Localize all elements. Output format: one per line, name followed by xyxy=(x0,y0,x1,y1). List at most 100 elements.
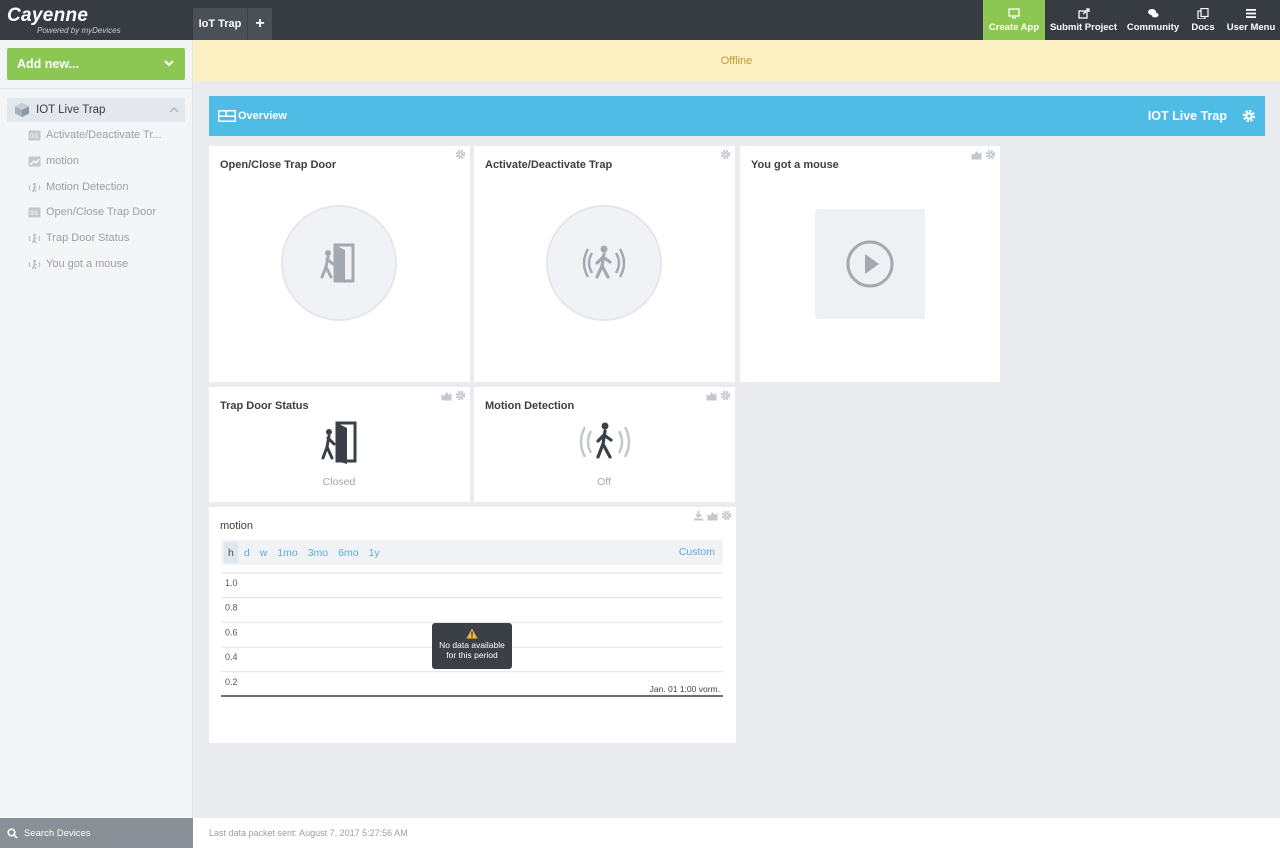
door-status-value: Closed xyxy=(322,476,356,488)
widget-tools xyxy=(720,149,731,160)
widget-title: Activate/Deactivate Trap xyxy=(485,159,613,171)
range-d[interactable]: d xyxy=(240,542,254,563)
footer: Last data packet sent: August 7, 2017 5:… xyxy=(193,818,1280,848)
community-button[interactable]: Community xyxy=(1122,0,1184,40)
range-h[interactable]: h xyxy=(224,542,238,563)
chevron-down-icon xyxy=(164,60,174,67)
widget-tools xyxy=(693,510,732,521)
chevron-up-icon[interactable] xyxy=(169,106,179,114)
search-devices-label: Search Devices xyxy=(24,827,91,839)
docs-label: Docs xyxy=(1191,21,1215,33)
widget-title: You got a mouse xyxy=(751,159,839,171)
gear-icon[interactable] xyxy=(455,149,466,160)
sidebar: Add new... IOT Live Trap 0/1 Activate/De… xyxy=(0,40,193,818)
y-tick-label: 1.0 xyxy=(225,578,238,588)
submit-project-label: Submit Project xyxy=(1049,21,1118,33)
gear-icon[interactable] xyxy=(721,510,732,521)
overview-label[interactable]: Overview xyxy=(238,110,287,122)
sidebar-device-iot-live-trap[interactable]: IOT Live Trap xyxy=(7,98,185,122)
docs-button[interactable]: Docs xyxy=(1184,0,1222,40)
last-packet-text: Last data packet sent: August 7, 2017 5:… xyxy=(209,828,408,838)
sidebar-item-label: Trap Door Status xyxy=(46,232,130,244)
range-6mo[interactable]: 6mo xyxy=(334,542,362,563)
chart-icon[interactable] xyxy=(441,390,452,401)
range-3mo[interactable]: 3mo xyxy=(304,542,332,563)
create-app-icon xyxy=(1008,7,1020,18)
widget-tools xyxy=(971,149,996,160)
submit-project-button[interactable]: Submit Project xyxy=(1045,0,1122,40)
add-tab-button[interactable]: + xyxy=(247,8,272,40)
search-devices-button[interactable]: Search Devices xyxy=(0,818,193,848)
y-tick-label: 0.6 xyxy=(225,627,238,637)
door-icon xyxy=(321,421,357,464)
widget-tools xyxy=(455,149,466,160)
door-icon xyxy=(320,243,355,283)
user-menu-label: User Menu xyxy=(1226,21,1276,33)
widget-title: Trap Door Status xyxy=(220,400,309,412)
sidebar-item-label: You got a mouse xyxy=(46,258,129,270)
sidebar-item-open-close-trap-door[interactable]: 0/1 Open/Close Trap Door xyxy=(28,203,156,221)
community-label: Community xyxy=(1126,21,1180,33)
chart-icon[interactable] xyxy=(971,149,982,160)
motion-icon xyxy=(28,259,41,270)
play-trigger-button[interactable] xyxy=(815,209,925,319)
toggle-icon: 0/1 xyxy=(28,130,41,141)
sidebar-item-activate-deactivate[interactable]: 0/1 Activate/Deactivate Tr... xyxy=(28,126,162,144)
overview-header: Overview IOT Live Trap xyxy=(209,96,1265,136)
chart-icon xyxy=(28,156,41,167)
hamburger-icon xyxy=(1246,8,1256,18)
status-bar: Offline xyxy=(193,40,1280,81)
widget-you-got-a-mouse: You got a mouse xyxy=(740,146,1000,382)
sidebar-item-trap-door-status[interactable]: Trap Door Status xyxy=(28,229,129,247)
gear-icon[interactable] xyxy=(720,149,731,160)
cube-icon xyxy=(15,103,29,117)
motion-icon xyxy=(28,233,41,244)
motion-icon xyxy=(579,422,631,459)
range-w[interactable]: w xyxy=(256,542,272,563)
docs-icon xyxy=(1197,7,1209,19)
y-tick-label: 0.8 xyxy=(225,603,238,613)
share-icon xyxy=(1077,7,1090,19)
widget-tools xyxy=(706,390,731,401)
widget-activate-deactivate-trap: Activate/Deactivate Trap xyxy=(474,146,735,382)
user-menu-button[interactable]: User Menu xyxy=(1222,0,1280,40)
range-1y[interactable]: 1y xyxy=(365,542,384,563)
chat-icon xyxy=(1148,8,1159,17)
device-title: IOT Live Trap xyxy=(1147,109,1227,123)
svg-text:0/1: 0/1 xyxy=(30,211,39,217)
open-close-toggle-button[interactable] xyxy=(281,205,397,321)
cayenne-logo[interactable]: Cayenne Powered by myDevices xyxy=(0,0,193,40)
activate-toggle-button[interactable] xyxy=(546,205,662,321)
create-app-button[interactable]: Create App xyxy=(983,0,1045,40)
y-tick-label: 0.2 xyxy=(225,677,238,687)
range-custom[interactable]: Custom xyxy=(679,546,715,558)
status-text: Offline xyxy=(720,54,753,67)
gear-icon[interactable] xyxy=(720,390,731,401)
tab-iot-trap[interactable]: IoT Trap xyxy=(193,8,247,40)
sidebar-item-motion-detection[interactable]: Motion Detection xyxy=(28,178,129,196)
widget-open-close-trap-door: Open/Close Trap Door xyxy=(209,146,470,382)
sidebar-item-motion[interactable]: motion xyxy=(28,152,79,170)
sidebar-item-you-got-a-mouse[interactable]: You got a mouse xyxy=(28,255,128,273)
motion-icon xyxy=(28,182,41,193)
sidebar-divider xyxy=(0,88,193,89)
download-icon[interactable] xyxy=(693,510,704,521)
range-1mo[interactable]: 1mo xyxy=(273,542,301,563)
time-range-selector: h d w 1mo 3mo 6mo 1y Custom xyxy=(221,540,723,565)
add-new-label: Add new... xyxy=(17,57,80,71)
play-icon xyxy=(846,240,894,288)
gear-icon[interactable] xyxy=(455,390,466,401)
x-tick-label: Jan. 01 1:00 vorm. xyxy=(650,684,720,694)
gear-icon[interactable] xyxy=(985,149,996,160)
plus-icon: + xyxy=(255,15,265,32)
toggle-icon: 0/1 xyxy=(28,207,41,218)
sidebar-item-label: motion xyxy=(46,155,80,167)
chart-icon[interactable] xyxy=(706,390,717,401)
warning-icon xyxy=(466,628,478,639)
motion-detection-value: Off xyxy=(597,476,611,488)
add-new-button[interactable]: Add new... xyxy=(7,48,185,80)
tooltip-line-1: No data available xyxy=(439,640,505,650)
gear-icon[interactable] xyxy=(1242,109,1256,123)
no-data-tooltip: No data available for this period xyxy=(432,623,512,669)
chart-icon[interactable] xyxy=(707,510,718,521)
